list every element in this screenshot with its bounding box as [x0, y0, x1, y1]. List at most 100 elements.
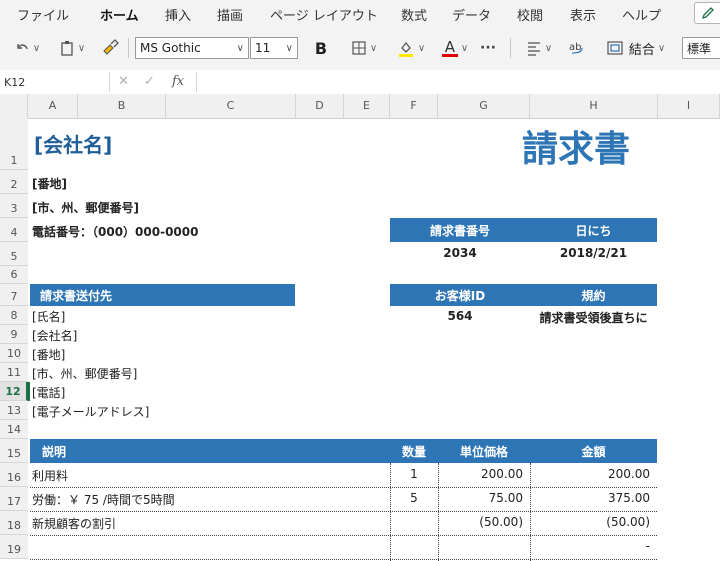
column-header[interactable]: H [530, 94, 658, 118]
table-grid-line [30, 559, 657, 560]
row-header[interactable]: 14 [0, 420, 28, 439]
item-qty[interactable]: 1 [390, 467, 438, 481]
insert-function-button[interactable]: fx [172, 74, 184, 89]
item-amount[interactable]: (50.00) [530, 515, 650, 529]
item-unit-price[interactable]: (50.00) [438, 515, 523, 529]
select-all-corner[interactable] [0, 94, 28, 118]
tab-view[interactable]: 表示 [570, 5, 596, 24]
bill-to-header[interactable]: 請求書送付先 [30, 284, 295, 306]
customer-id-value[interactable]: 564 [390, 309, 530, 323]
item-unit-price[interactable]: 200.00 [438, 467, 523, 481]
terms-header[interactable]: 規約 [530, 284, 657, 306]
customer-id-header[interactable]: お客様ID [390, 284, 530, 306]
row-header[interactable]: 17 [0, 487, 28, 511]
unit-price-header[interactable]: 単位価格 [438, 439, 530, 463]
number-format-select[interactable]: 標準 [682, 37, 720, 59]
table-grid-line [30, 487, 657, 488]
tab-home[interactable]: ホーム [100, 5, 139, 29]
tab-insert[interactable]: 挿入 [165, 5, 191, 24]
pencil-icon [701, 7, 714, 20]
name-box[interactable]: K12 [0, 72, 110, 92]
description-header[interactable]: 説明 [30, 439, 390, 463]
column-header[interactable]: I [658, 94, 720, 118]
item-unit-price[interactable]: 75.00 [438, 491, 523, 505]
row-header[interactable]: 15 [0, 439, 28, 463]
column-header[interactable]: E [344, 94, 390, 118]
font-color-button[interactable]: A ∨ [436, 37, 474, 59]
row-header[interactable]: 2 [0, 170, 28, 194]
undo-button[interactable]: ∨ [8, 37, 46, 59]
row-header-selected[interactable]: 12 [0, 382, 28, 401]
tab-help[interactable]: ヘルプ [622, 5, 661, 24]
city-cell[interactable]: [市、州、郵便番号] [32, 199, 139, 216]
bill-to-company[interactable]: [会社名] [32, 327, 77, 344]
invoice-title[interactable]: 請求書 [522, 120, 630, 172]
more-options-button[interactable]: ··· [476, 37, 500, 59]
format-painter-button[interactable] [98, 37, 122, 59]
paste-button[interactable]: ∨ [54, 37, 90, 59]
item-amount[interactable]: 375.00 [530, 491, 650, 505]
row-header[interactable]: 8 [0, 306, 28, 325]
tab-formulas[interactable]: 数式 [401, 5, 427, 24]
row-header[interactable]: 3 [0, 194, 28, 218]
row-header[interactable]: 9 [0, 325, 28, 344]
row-header[interactable]: 10 [0, 344, 28, 363]
ribbon-separator [510, 38, 511, 58]
item-description[interactable]: 労働：￥ 75 /時間で5時間 [32, 491, 175, 508]
date-value[interactable]: 2018/2/21 [530, 246, 657, 260]
column-header[interactable]: D [296, 94, 344, 118]
confirm-icon[interactable]: ✓ [144, 74, 155, 89]
row-header[interactable]: 19 [0, 535, 28, 559]
row-header[interactable]: 4 [0, 218, 28, 242]
phone-cell[interactable]: 電話番号：（000）000-0000 [32, 223, 198, 240]
bill-to-name[interactable]: [氏名] [32, 308, 65, 325]
column-header[interactable]: F [390, 94, 438, 118]
row-header[interactable]: 1 [0, 118, 28, 170]
terms-value[interactable]: 請求書受領後直ちに [530, 309, 657, 326]
invoice-number-value[interactable]: 2034 [390, 246, 530, 260]
editing-mode-button[interactable] [694, 2, 720, 24]
fill-color-button[interactable]: ∨ [392, 37, 430, 59]
row-header[interactable]: 5 [0, 242, 28, 266]
bill-to-city[interactable]: [市、州、郵便番号] [32, 365, 137, 382]
column-header[interactable]: G [438, 94, 530, 118]
merge-button[interactable]: 結合 ∨ [598, 37, 674, 59]
invoice-number-header[interactable]: 請求書番号 [390, 218, 530, 242]
item-description[interactable]: 新規顧客の割引 [32, 515, 116, 532]
cancel-icon[interactable]: ✕ [118, 74, 129, 89]
bold-button[interactable]: B [308, 37, 334, 59]
row-header[interactable]: 16 [0, 463, 28, 487]
address-cell[interactable]: [番地] [32, 175, 67, 192]
bill-to-phone[interactable]: [電話] [32, 384, 65, 401]
bill-to-email[interactable]: [電子メールアドレス] [32, 403, 149, 420]
row-header[interactable]: 7 [0, 284, 28, 306]
item-qty[interactable]: 5 [390, 491, 438, 505]
row-header[interactable]: 13 [0, 401, 28, 420]
company-name[interactable]: [会社名] [34, 129, 112, 158]
formula-input[interactable] [202, 70, 720, 94]
tab-file[interactable]: ファイル [17, 5, 69, 24]
item-amount[interactable]: 200.00 [530, 467, 650, 481]
date-header[interactable]: 日にち [530, 218, 657, 242]
row-header[interactable]: 6 [0, 266, 28, 284]
row-header[interactable]: 18 [0, 511, 28, 535]
font-size-value: 11 [255, 41, 271, 55]
qty-header[interactable]: 数量 [390, 439, 438, 463]
font-name-select[interactable]: MS Gothic ∨ [135, 37, 249, 59]
row-header[interactable]: 11 [0, 363, 28, 382]
column-header[interactable]: B [78, 94, 166, 118]
column-header[interactable]: A [28, 94, 78, 118]
bill-to-address[interactable]: [番地] [32, 346, 65, 363]
font-size-select[interactable]: 11 ∨ [250, 37, 298, 59]
borders-button[interactable]: ∨ [344, 37, 384, 59]
amount-header[interactable]: 金額 [530, 439, 657, 463]
item-amount[interactable]: - [530, 539, 650, 553]
tab-data[interactable]: データ [452, 5, 491, 24]
align-button[interactable]: ∨ [520, 37, 558, 59]
tab-draw[interactable]: 描画 [217, 5, 243, 24]
item-description[interactable]: 利用料 [32, 467, 68, 484]
column-header[interactable]: C [166, 94, 296, 118]
tab-page-layout[interactable]: ページ レイアウト [270, 5, 378, 24]
tab-review[interactable]: 校閲 [517, 5, 543, 24]
wrap-text-button[interactable]: ab [564, 37, 590, 59]
